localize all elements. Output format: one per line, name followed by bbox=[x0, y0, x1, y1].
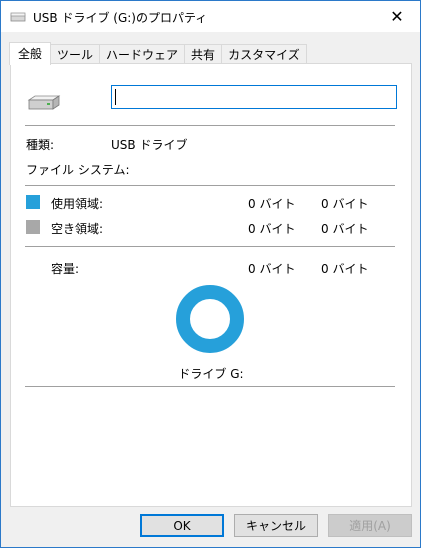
free-space-bytes: 0 バイト bbox=[248, 222, 296, 236]
drive-letter-label: ドライブ G: bbox=[178, 367, 244, 381]
usage-donut-chart bbox=[176, 285, 244, 353]
type-value: USB ドライブ bbox=[111, 138, 188, 152]
general-panel: 種類: USB ドライブ ファイル システム: 使用領域: 0 バイト 0 バイ… bbox=[10, 63, 412, 507]
tab-tools[interactable]: ツール bbox=[50, 44, 101, 65]
apply-button[interactable]: 適用(A) bbox=[328, 514, 412, 537]
separator bbox=[25, 386, 395, 387]
close-icon: ✕ bbox=[390, 7, 404, 26]
used-space-label: 使用領域: bbox=[51, 197, 104, 211]
properties-window: USB ドライブ (G:)のプロパティ ✕ 全般 ツール ハードウェア 共有 カ… bbox=[0, 0, 421, 548]
tab-strip: 全般 ツール ハードウェア 共有 カスタマイズ bbox=[9, 42, 307, 65]
text-caret bbox=[115, 89, 116, 105]
capacity-label: 容量: bbox=[51, 262, 80, 276]
tab-hardware[interactable]: ハードウェア bbox=[99, 44, 186, 65]
capacity-bytes: 0 バイト bbox=[248, 262, 296, 276]
free-space-label: 空き領域: bbox=[51, 222, 104, 236]
capacity-size: 0 バイト bbox=[321, 262, 369, 276]
title-bar: USB ドライブ (G:)のプロパティ ✕ bbox=[1, 1, 420, 32]
used-space-size: 0 バイト bbox=[321, 197, 369, 211]
usb-drive-icon bbox=[27, 95, 61, 110]
tab-customize[interactable]: カスタマイズ bbox=[221, 44, 307, 65]
drive-name-input[interactable] bbox=[111, 85, 397, 109]
window-title: USB ドライブ (G:)のプロパティ bbox=[33, 11, 208, 25]
separator bbox=[25, 185, 395, 186]
free-space-swatch bbox=[26, 220, 40, 234]
filesystem-label: ファイル システム: bbox=[26, 163, 130, 177]
used-space-swatch bbox=[26, 195, 40, 209]
close-button[interactable]: ✕ bbox=[374, 1, 420, 32]
cancel-button[interactable]: キャンセル bbox=[234, 514, 318, 537]
usb-drive-icon bbox=[10, 12, 26, 22]
ok-button[interactable]: OK bbox=[140, 514, 224, 537]
free-space-size: 0 バイト bbox=[321, 222, 369, 236]
tab-general[interactable]: 全般 bbox=[9, 42, 52, 65]
tab-sharing[interactable]: 共有 bbox=[184, 44, 223, 65]
usage-donut-ring bbox=[176, 285, 244, 353]
separator bbox=[25, 125, 395, 126]
separator bbox=[25, 246, 395, 247]
used-space-bytes: 0 バイト bbox=[248, 197, 296, 211]
type-label: 種類: bbox=[26, 138, 55, 152]
